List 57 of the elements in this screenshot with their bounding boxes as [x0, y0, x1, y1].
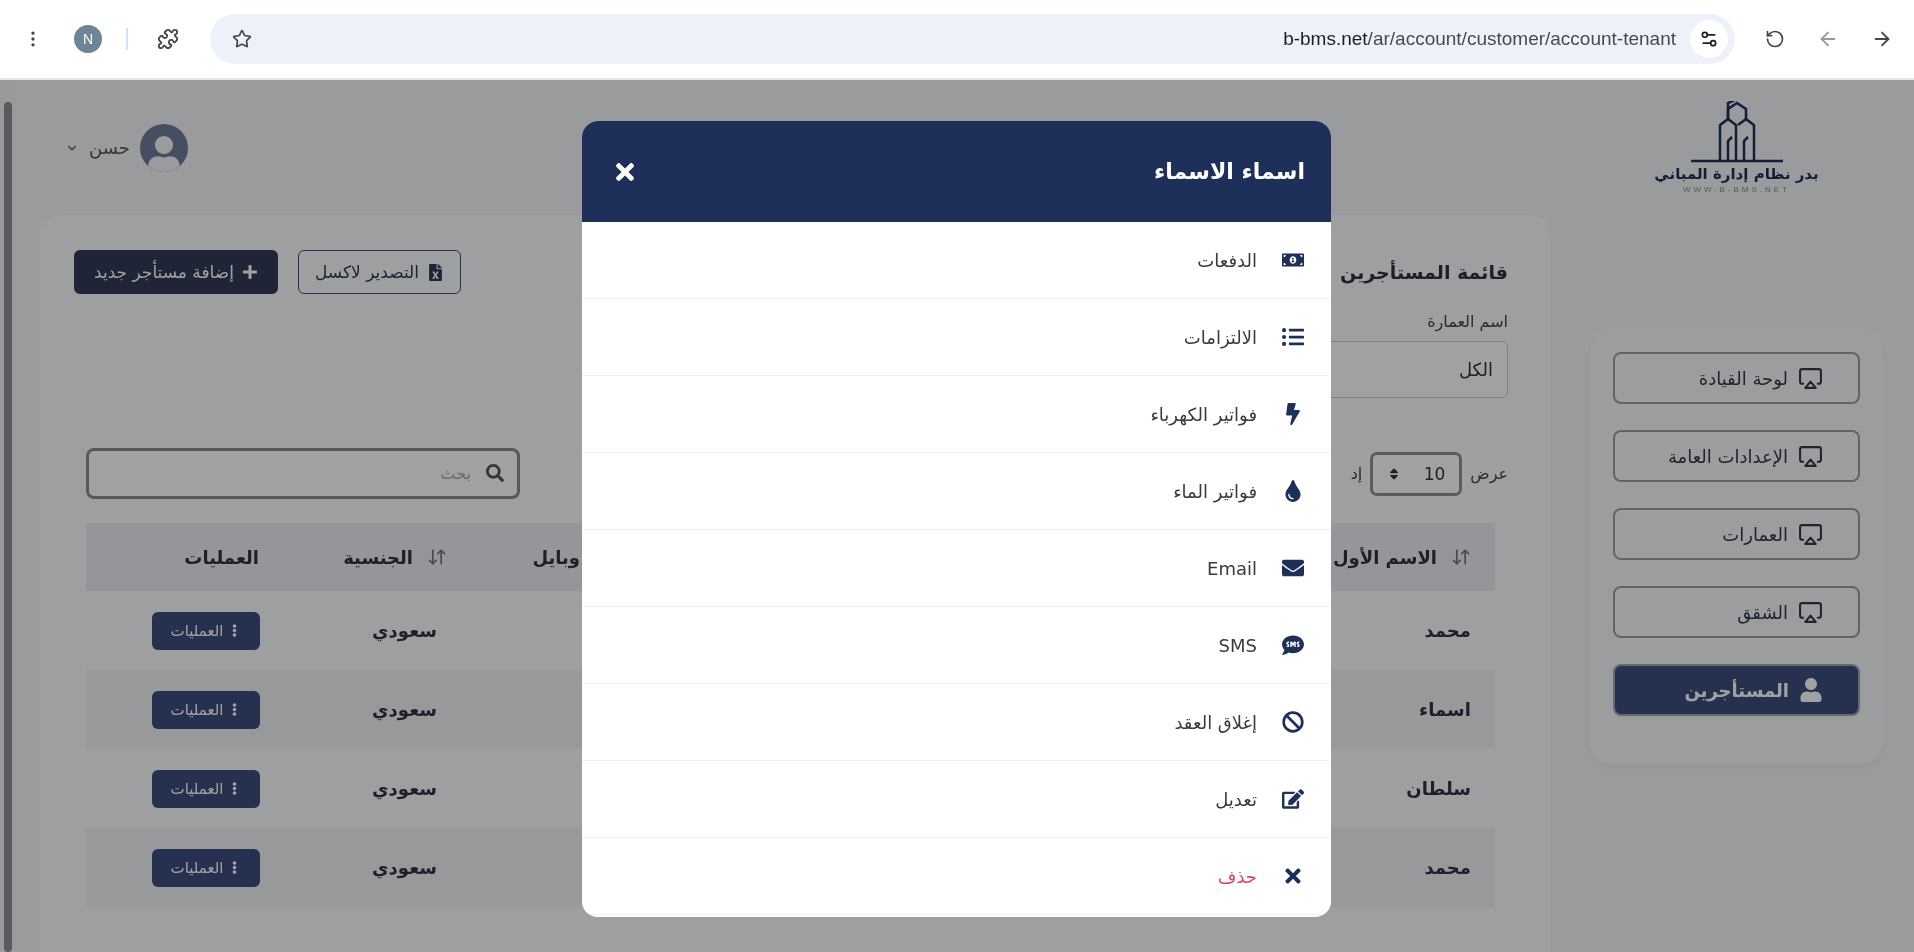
modal-title: اسماء الاسماء — [1154, 159, 1305, 184]
table-cell: سعودي — [372, 778, 437, 799]
actions-button[interactable]: العمليات — [152, 611, 260, 650]
sidebar-item[interactable]: الشقق — [1613, 586, 1860, 638]
user-menu[interactable]: حسن — [65, 123, 188, 172]
edit-icon — [1281, 788, 1304, 810]
user-name: حسن — [89, 137, 130, 158]
sort-icon[interactable] — [427, 547, 447, 567]
user-icon — [1799, 678, 1823, 702]
logo-url: WWW.B-BMS.NET — [1683, 185, 1790, 194]
url-text: b-bms.net/ar/account/customer/account-tenant — [1282, 28, 1676, 50]
screen-icon — [1798, 365, 1823, 391]
column-label: الجنسية — [343, 546, 413, 568]
logo-name: بدر نظام إدارة المباني — [1654, 165, 1819, 183]
length-label: عرض — [1470, 464, 1508, 483]
page-title: قائمة المستأجرين — [1340, 261, 1508, 283]
field-label: اسم العمارة — [1426, 312, 1508, 331]
sort-icon[interactable] — [1451, 547, 1471, 567]
sliders-icon — [1699, 29, 1719, 49]
reload-icon[interactable] — [1764, 28, 1786, 50]
table-cell: سلطان — [1406, 778, 1471, 799]
column-label: وبايل — [532, 546, 580, 568]
sidebar-item[interactable]: الإعدادات العامة — [1613, 430, 1860, 482]
address-bar[interactable]: b-bms.net/ar/account/customer/account-tenant — [210, 14, 1735, 64]
puzzle-icon[interactable] — [157, 28, 179, 50]
length-select[interactable]: 10 — [1370, 451, 1463, 496]
add-button[interactable]: إضافة مستأجر جديد — [74, 250, 278, 294]
sms-bubble-icon — [1281, 634, 1304, 656]
screen-icon — [1798, 599, 1823, 625]
envelope-icon — [1281, 557, 1304, 579]
table-cell: سعودي — [372, 620, 437, 641]
export-button[interactable]: التصدير لاكسل — [297, 250, 461, 294]
actions-button[interactable]: العمليات — [152, 848, 260, 887]
sidebar-item[interactable]: لوحة القيادة — [1613, 352, 1860, 404]
table-cell: محمد — [1424, 857, 1471, 878]
building-icon — [1689, 101, 1784, 163]
sidebar-item[interactable]: العمارات — [1613, 508, 1860, 560]
column-label: العمليات — [184, 546, 259, 568]
column-label: الاسم الأول — [1332, 546, 1437, 568]
table-cell: محمد — [1424, 620, 1471, 641]
actions-button[interactable]: العمليات — [152, 690, 260, 729]
actions-button[interactable]: العمليات — [152, 769, 260, 808]
sidebar-item[interactable]: المستأجرين — [1613, 664, 1860, 716]
plus-icon — [241, 264, 258, 280]
table-cell: سعودي — [372, 699, 437, 720]
star-icon[interactable] — [232, 29, 252, 49]
profile-avatar[interactable]: N — [74, 25, 102, 53]
table-cell: اسماء — [1419, 699, 1471, 720]
excel-file-icon — [427, 263, 444, 281]
search-icon — [486, 464, 504, 482]
site-settings-button[interactable] — [1690, 20, 1728, 58]
ban-icon — [1281, 711, 1304, 733]
screen-icon — [1798, 521, 1823, 547]
length-suffix: إد — [1350, 464, 1363, 483]
table-cell: سعودي — [372, 857, 437, 878]
screen-icon — [1798, 443, 1823, 469]
list-icon — [1281, 326, 1304, 348]
